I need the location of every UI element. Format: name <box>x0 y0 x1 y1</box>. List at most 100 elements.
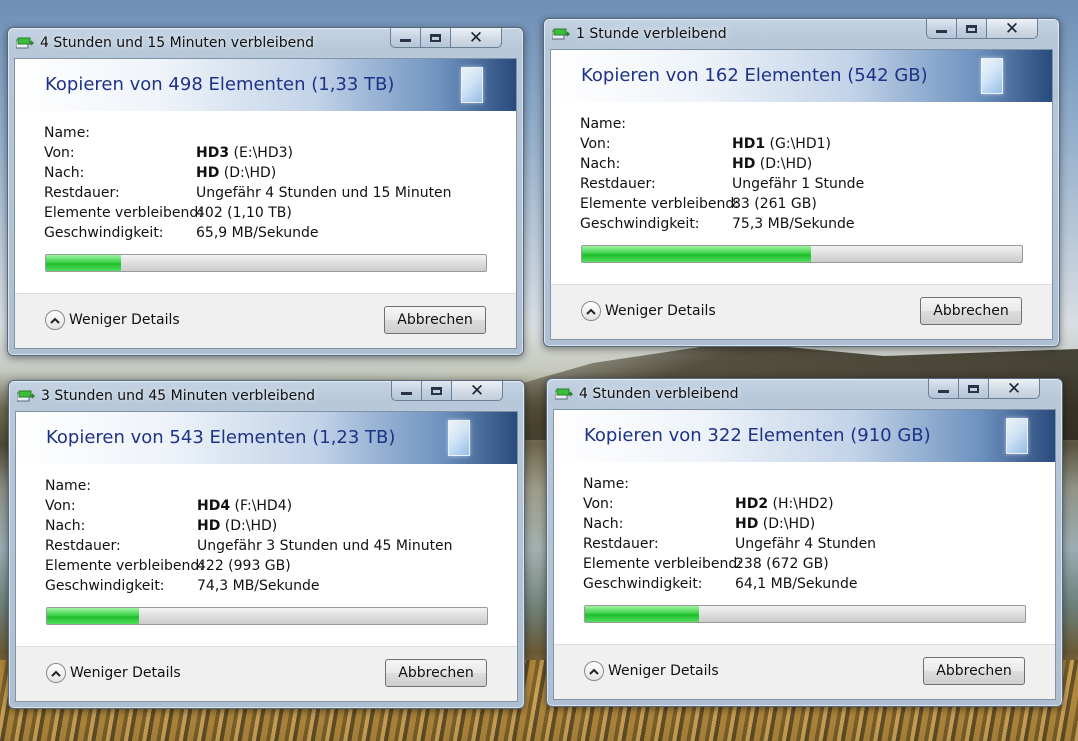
minimize-button[interactable] <box>928 379 958 399</box>
dialog-header: Kopieren von 162 Elementen (542 GB) <box>551 50 1052 102</box>
window-title: 4 Stunden verbleibend <box>579 386 739 402</box>
dialog-footer: Weniger Details Abbrechen <box>15 293 516 348</box>
from-value[interactable]: HD1 (G:\HD1) <box>732 134 831 154</box>
less-details-label: Weniger Details <box>608 663 719 679</box>
to-value[interactable]: HD (D:\HD) <box>196 163 276 183</box>
copy-dialog-3[interactable]: 3 Stunden und 45 Minuten verbleibend ✕ K… <box>8 380 525 709</box>
maximize-button[interactable] <box>956 19 986 39</box>
less-details-toggle[interactable]: Weniger Details <box>581 299 716 323</box>
title-bar[interactable]: 4 Stunden verbleibend ✕ <box>547 379 1062 409</box>
to-label: Nach: <box>580 156 621 172</box>
copy-heading: Kopieren von 162 Elementen (542 GB) <box>581 65 928 86</box>
copy-heading: Kopieren von 543 Elementen (1,23 TB) <box>46 427 396 448</box>
less-details-toggle[interactable]: Weniger Details <box>584 659 719 683</box>
minimize-icon <box>938 390 949 393</box>
window-controls: ✕ <box>928 379 1040 399</box>
window-title: 1 Stunde verbleibend <box>576 26 727 42</box>
from-value[interactable]: HD2 (H:\HD2) <box>735 494 834 514</box>
to-label: Nach: <box>583 516 624 532</box>
window-controls: ✕ <box>390 28 502 48</box>
title-bar[interactable]: 4 Stunden und 15 Minuten verbleibend ✕ <box>8 28 523 58</box>
close-icon: ✕ <box>1006 378 1022 399</box>
to-value[interactable]: HD (D:\HD) <box>197 516 277 536</box>
header-glass-decoration <box>461 67 483 103</box>
close-button[interactable]: ✕ <box>988 379 1040 399</box>
maximize-button[interactable] <box>420 28 450 48</box>
title-bar[interactable]: 1 Stunde verbleibend ✕ <box>544 19 1059 49</box>
copy-heading: Kopieren von 322 Elementen (910 GB) <box>584 425 931 446</box>
less-details-toggle[interactable]: Weniger Details <box>46 661 181 685</box>
minimize-button[interactable] <box>390 28 420 48</box>
from-label: Von: <box>44 145 75 161</box>
to-value[interactable]: HD (D:\HD) <box>732 154 812 174</box>
close-button[interactable]: ✕ <box>986 19 1038 39</box>
from-value[interactable]: HD3 (E:\HD3) <box>196 143 293 163</box>
maximize-icon <box>430 33 441 42</box>
dialog-footer: Weniger Details Abbrechen <box>551 284 1052 339</box>
dialog-header: Kopieren von 322 Elementen (910 GB) <box>554 410 1055 462</box>
minimize-button[interactable] <box>926 19 956 39</box>
chevron-up-icon <box>584 661 604 681</box>
from-value[interactable]: HD4 (F:\HD4) <box>197 496 292 516</box>
header-glass-decoration <box>981 58 1003 94</box>
chevron-up-icon <box>45 310 65 330</box>
remaining-time-value: Ungefähr 3 Stunden und 45 Minuten <box>197 538 453 554</box>
dialog-client: Kopieren von 543 Elementen (1,23 TB) Nam… <box>15 411 518 702</box>
speed-label: Geschwindigkeit: <box>580 216 700 232</box>
maximize-icon <box>968 384 979 393</box>
close-button[interactable]: ✕ <box>451 381 503 401</box>
items-remaining-value: 238 (672 GB) <box>735 556 829 572</box>
dialog-header: Kopieren von 498 Elementen (1,33 TB) <box>15 59 516 111</box>
name-label: Name: <box>45 478 92 494</box>
name-label: Name: <box>580 116 627 132</box>
items-remaining-label: Elemente verbleibend: <box>583 556 742 572</box>
speed-label: Geschwindigkeit: <box>45 578 165 594</box>
dialog-footer: Weniger Details Abbrechen <box>554 644 1055 699</box>
minimize-icon <box>400 39 411 42</box>
dialog-client: Kopieren von 322 Elementen (910 GB) Name… <box>553 409 1056 700</box>
copy-dialog-1[interactable]: 4 Stunden und 15 Minuten verbleibend ✕ K… <box>7 27 524 356</box>
close-icon: ✕ <box>1004 18 1020 39</box>
to-label: Nach: <box>44 165 85 181</box>
speed-value: 65,9 MB/Sekunde <box>196 225 319 241</box>
progress-bar <box>46 607 488 625</box>
items-remaining-value: 422 (993 GB) <box>197 558 291 574</box>
cancel-button[interactable]: Abbrechen <box>923 657 1025 685</box>
less-details-label: Weniger Details <box>605 303 716 319</box>
cancel-button[interactable]: Abbrechen <box>920 297 1022 325</box>
from-label: Von: <box>583 496 614 512</box>
remaining-time-value: Ungefähr 4 Stunden <box>735 536 877 552</box>
items-remaining-label: Elemente verbleibend: <box>580 196 739 212</box>
less-details-label: Weniger Details <box>70 665 181 681</box>
to-value[interactable]: HD (D:\HD) <box>735 514 815 534</box>
progress-fill <box>46 255 121 271</box>
remaining-time-label: Restdauer: <box>44 185 120 201</box>
copy-heading: Kopieren von 498 Elementen (1,33 TB) <box>45 74 395 95</box>
less-details-toggle[interactable]: Weniger Details <box>45 308 180 332</box>
name-label: Name: <box>583 476 630 492</box>
progress-fill <box>585 606 700 622</box>
copy-dialog-2[interactable]: 1 Stunde verbleibend ✕ Kopieren von 162 … <box>543 18 1060 347</box>
maximize-button[interactable] <box>958 379 988 399</box>
minimize-button[interactable] <box>391 381 421 401</box>
copy-icon <box>552 28 570 40</box>
title-bar[interactable]: 3 Stunden und 45 Minuten verbleibend ✕ <box>9 381 524 411</box>
window-title: 3 Stunden und 45 Minuten verbleibend <box>41 388 315 404</box>
remaining-time-value: Ungefähr 1 Stunde <box>732 176 865 192</box>
maximize-button[interactable] <box>421 381 451 401</box>
name-label: Name: <box>44 125 91 141</box>
copy-dialog-4[interactable]: 4 Stunden verbleibend ✕ Kopieren von 322… <box>546 378 1063 707</box>
minimize-icon <box>401 392 412 395</box>
cancel-button[interactable]: Abbrechen <box>385 659 487 687</box>
progress-fill <box>582 246 811 262</box>
chevron-up-icon <box>46 663 66 683</box>
remaining-time-label: Restdauer: <box>45 538 121 554</box>
remaining-time-value: Ungefähr 4 Stunden und 15 Minuten <box>196 185 452 201</box>
cancel-button[interactable]: Abbrechen <box>384 306 486 334</box>
close-button[interactable]: ✕ <box>450 28 502 48</box>
copy-icon <box>17 390 35 402</box>
speed-value: 75,3 MB/Sekunde <box>732 216 855 232</box>
window-title: 4 Stunden und 15 Minuten verbleibend <box>40 35 314 51</box>
items-remaining-value: 402 (1,10 TB) <box>196 205 292 221</box>
dialog-footer: Weniger Details Abbrechen <box>16 646 517 701</box>
